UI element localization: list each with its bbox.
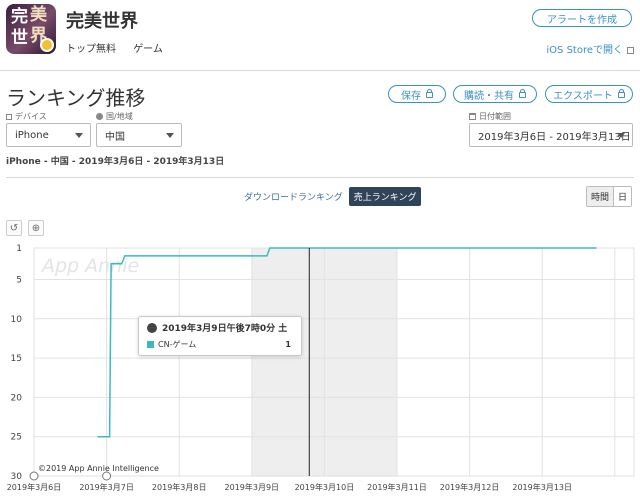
revenue-ranking-tab[interactable]: 売上ランキング — [348, 187, 422, 206]
x-tick-label: 2019年3月6日 — [7, 482, 62, 492]
period-toggle: 時間 日 — [586, 186, 633, 207]
chart-tooltip: 2019年3月9日午後7時0分 土 CN-ゲーム 1 — [138, 316, 302, 356]
save-button[interactable]: 保存 — [388, 85, 446, 103]
publisher-badge-icon — [40, 38, 54, 52]
x-tick-label: 2019年3月7日 — [79, 482, 134, 492]
y-tick-label: 30 — [11, 472, 23, 482]
device-label-text: デバイス — [15, 112, 47, 121]
copyright-text: ©2019 App Annie Intelligence — [38, 464, 159, 473]
y-tick-label: 10 — [11, 315, 23, 325]
series-swatch — [147, 341, 154, 348]
subscribe-share-label: 購読・共有 — [464, 90, 514, 102]
lock-icon — [519, 89, 526, 98]
x-tick-label: 2019年3月8日 — [152, 482, 207, 492]
app-meta: トップ無料 ゲーム — [66, 40, 163, 55]
app-icon-glyph: 美 — [30, 5, 47, 25]
event-marker-icon[interactable] — [102, 471, 112, 481]
export-button[interactable]: エクスポート — [545, 85, 633, 103]
device-select[interactable]: iPhone — [6, 123, 91, 147]
globe-icon — [147, 322, 157, 333]
date-range-label-text: 日付範囲 — [479, 112, 511, 121]
x-tick-label: 2019年3月9日 — [225, 482, 280, 492]
app-meta-category[interactable]: ゲーム — [133, 44, 163, 55]
undo-icon[interactable]: ↺ — [6, 220, 22, 236]
x-tick-label: 2019年3月13日 — [512, 482, 572, 492]
app-icon-glyph: 世 — [11, 28, 28, 48]
tooltip-series-row: CN-ゲーム 1 — [147, 339, 291, 350]
x-axis-ticks: 2019年3月6日 2019年3月7日 2019年3月8日 2019年3月9日 2019… — [7, 482, 572, 492]
device-label: デバイス — [6, 111, 47, 122]
lock-icon — [426, 89, 433, 98]
tooltip-header: 2019年3月9日午後7時0分 土 — [147, 321, 287, 334]
ranking-type-toggle: ダウンロードランキング 売上ランキング — [244, 187, 422, 206]
y-axis-ticks: 151015202530 — [11, 244, 23, 482]
x-tick-label: 2019年3月12日 — [440, 482, 500, 492]
app-icon-glyph: 完 — [11, 7, 28, 27]
app-icon: 完 美 世 界 — [6, 4, 56, 54]
open-ios-store-link[interactable]: iOS Storeで開く — [546, 41, 634, 56]
y-tick-label: 5 — [16, 275, 22, 285]
calendar-icon — [469, 113, 476, 120]
tooltip-value: 1 — [285, 340, 291, 349]
date-range-label: 日付範囲 — [469, 111, 511, 122]
page-title: ランキング推移 — [6, 86, 146, 110]
period-day-button[interactable]: 日 — [613, 187, 632, 206]
period-hour-button[interactable]: 時間 — [587, 187, 614, 206]
tooltip-series-name: CN-ゲーム — [158, 340, 197, 349]
date-range-value: 2019年3月6日 - 2019年3月13日 — [478, 131, 631, 143]
zoom-icon[interactable]: ⊕ — [28, 220, 44, 236]
store-link-label: iOS Storeで開く — [546, 45, 623, 56]
app-title: 完美世界 — [66, 11, 138, 32]
x-tick-label: 2019年3月10日 — [295, 482, 355, 492]
weekend-band — [251, 248, 325, 476]
country-label-text: 国/地域 — [106, 112, 133, 121]
date-range-select[interactable]: 2019年3月6日 - 2019年3月13日 — [469, 123, 633, 147]
y-tick-label: 15 — [11, 354, 22, 364]
weekend-band — [324, 248, 397, 476]
external-link-icon — [627, 47, 634, 54]
subscribe-share-button[interactable]: 購読・共有 — [453, 85, 537, 103]
ranking-chart: App Annie 151015202530 2019年3月6日 2019年3月7… — [7, 244, 635, 492]
chevron-down-icon — [166, 133, 174, 138]
y-tick-label: 20 — [11, 393, 23, 403]
event-marker-icon[interactable] — [29, 471, 39, 481]
y-tick-label: 1 — [16, 244, 22, 254]
globe-icon — [96, 113, 103, 120]
download-ranking-tab[interactable]: ダウンロードランキング — [244, 190, 343, 203]
app-meta-rank-type[interactable]: トップ無料 — [66, 44, 116, 55]
chevron-down-icon — [617, 133, 625, 138]
device-icon — [6, 113, 12, 120]
x-tick-label: 2019年3月11日 — [367, 482, 427, 492]
export-label: エクスポート — [553, 90, 613, 102]
create-alert-label: アラートを作成 — [547, 14, 617, 26]
header-divider — [0, 70, 640, 71]
tooltip-date: 2019年3月9日午後7時0分 土 — [162, 324, 288, 334]
save-label: 保存 — [401, 90, 421, 102]
breadcrumb: iPhone - 中国 - 2019年3月6日 - 2019年3月13日 — [6, 157, 225, 167]
country-label: 国/地域 — [96, 111, 133, 122]
chevron-down-icon — [75, 133, 83, 138]
filter-divider — [6, 177, 634, 178]
lock-icon — [617, 89, 625, 98]
y-tick-label: 25 — [11, 433, 22, 443]
country-value: 中国 — [105, 131, 125, 143]
device-value: iPhone — [15, 129, 49, 141]
country-select[interactable]: 中国 — [96, 123, 182, 147]
create-alert-button[interactable]: アラートを作成 — [532, 9, 632, 27]
